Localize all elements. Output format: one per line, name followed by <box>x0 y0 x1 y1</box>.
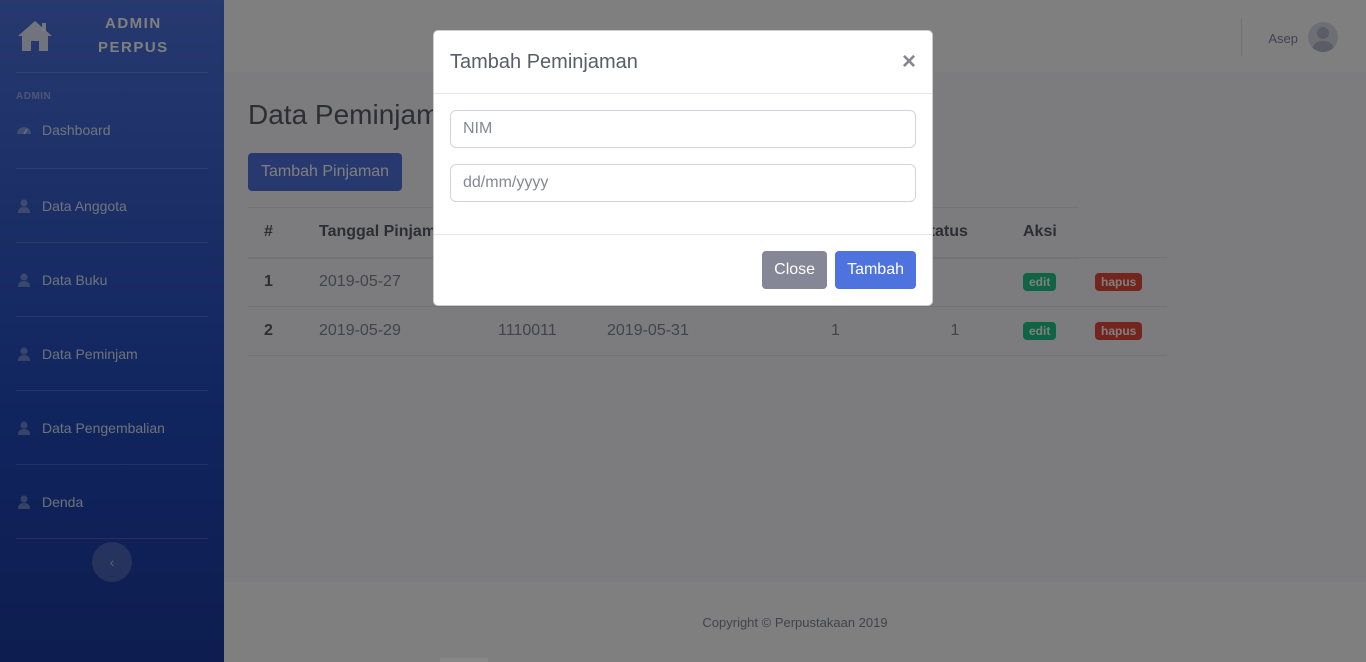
modal-footer: Close Tambah <box>434 235 932 305</box>
date-input[interactable] <box>450 164 916 202</box>
submit-button[interactable]: Tambah <box>835 251 916 289</box>
nim-input[interactable] <box>450 110 916 148</box>
add-loan-modal: Tambah Peminjaman × Close Tambah <box>433 30 933 306</box>
modal-title: Tambah Peminjaman <box>450 50 638 73</box>
close-icon[interactable]: × <box>902 50 916 74</box>
modal-header: Tambah Peminjaman × <box>434 31 932 94</box>
close-button[interactable]: Close <box>762 251 828 289</box>
modal-body <box>434 94 932 235</box>
bottom-strip <box>440 658 488 662</box>
